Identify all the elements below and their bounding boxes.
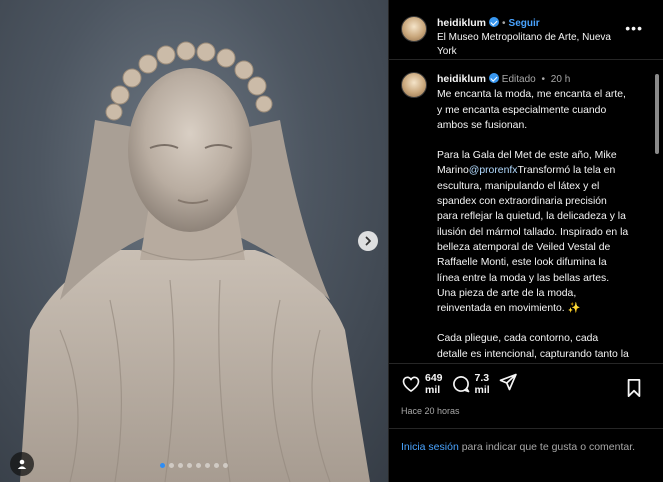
post-timestamp: Hace 20 horas	[401, 406, 460, 416]
follow-button[interactable]: Seguir	[509, 18, 540, 29]
bookmark-icon[interactable]	[625, 378, 643, 398]
comment-count-number: 7.3	[474, 372, 490, 384]
like-count-number: 649	[425, 372, 443, 384]
caption-username[interactable]: heidiklum	[437, 73, 486, 85]
author-avatar[interactable]	[401, 16, 427, 42]
post-side-panel: heidiklum • Seguir El Museo Metropolitano …	[388, 0, 663, 482]
carousel-dot	[160, 463, 165, 468]
caption-text: Transformó la tela en escultura, manipul…	[437, 165, 629, 315]
mention-link[interactable]: @prorenfx	[469, 165, 518, 176]
carousel-dot	[187, 463, 192, 468]
carousel-dot	[169, 463, 174, 468]
caption-paragraph-3: Cada pliegue, cada contorno, cada detall…	[437, 333, 629, 360]
carousel-dot	[196, 463, 201, 468]
veiled-sculpture-image	[20, 41, 370, 482]
carousel-dot	[205, 463, 210, 468]
carousel-indicator	[0, 463, 388, 468]
carousel-dot	[178, 463, 183, 468]
author-info: heidiklum • Seguir El Museo Metropolitano …	[437, 16, 627, 59]
share-icon[interactable]	[498, 372, 518, 392]
post-media[interactable]	[0, 0, 388, 482]
caption-scroll-area[interactable]: heidiklum Editado • 20 h Me encanta la m…	[389, 60, 663, 363]
caption-time: 20 h	[550, 74, 571, 85]
share-action	[498, 372, 518, 392]
caption-paragraph-2: Para la Gala del Met de este año, Mike M…	[437, 148, 629, 316]
comment-icon[interactable]	[451, 374, 471, 394]
action-bar: 649 mil 7.3 mil	[389, 363, 663, 406]
comment-action: 7.3 mil	[451, 372, 490, 396]
carousel-dot	[223, 463, 228, 468]
caption-scrollbar[interactable]	[655, 74, 659, 154]
location-link[interactable]: El Museo Metropolitano de Arte, Nueva Yo…	[437, 31, 627, 59]
post-header: heidiklum • Seguir El Museo Metropolitano …	[389, 0, 663, 60]
more-options-button[interactable]: •••	[625, 20, 643, 36]
caption-body: heidiklum Editado • 20 h Me encanta la m…	[437, 72, 629, 363]
like-action: 649 mil	[401, 372, 443, 396]
verified-badge-icon	[489, 17, 500, 27]
login-link[interactable]: Inicia sesión	[401, 441, 459, 453]
dot-separator: •	[541, 74, 546, 85]
edited-label: Editado	[501, 74, 536, 85]
caption-paragraph-1: Me encanta la moda, me encanta el arte, …	[437, 89, 626, 131]
post-modal: heidiklum • Seguir El Museo Metropolitano …	[0, 0, 663, 482]
save-action	[625, 378, 643, 403]
verified-badge-icon	[489, 73, 500, 83]
caption-author-avatar[interactable]	[401, 72, 427, 98]
login-prompt-text: para indicar que te gusta o comentar.	[458, 441, 636, 453]
dot-separator: •	[502, 18, 506, 29]
comment-count[interactable]: 7.3 mil	[475, 372, 490, 396]
like-count[interactable]: 649 mil	[425, 372, 443, 396]
caption-meta: heidiklum Editado • 20 h	[437, 72, 629, 87]
like-count-unit: mil	[425, 384, 441, 396]
caption: heidiklum Editado • 20 h Me encanta la m…	[401, 72, 651, 363]
next-slide-button[interactable]	[358, 231, 378, 251]
author-username[interactable]: heidiklum	[437, 17, 486, 29]
comment-count-unit: mil	[474, 384, 490, 396]
carousel-dot	[214, 463, 219, 468]
heart-icon[interactable]	[401, 374, 421, 394]
login-prompt: Inicia sesión para indicar que te gusta …	[389, 428, 663, 465]
chevron-right-icon	[365, 236, 371, 246]
